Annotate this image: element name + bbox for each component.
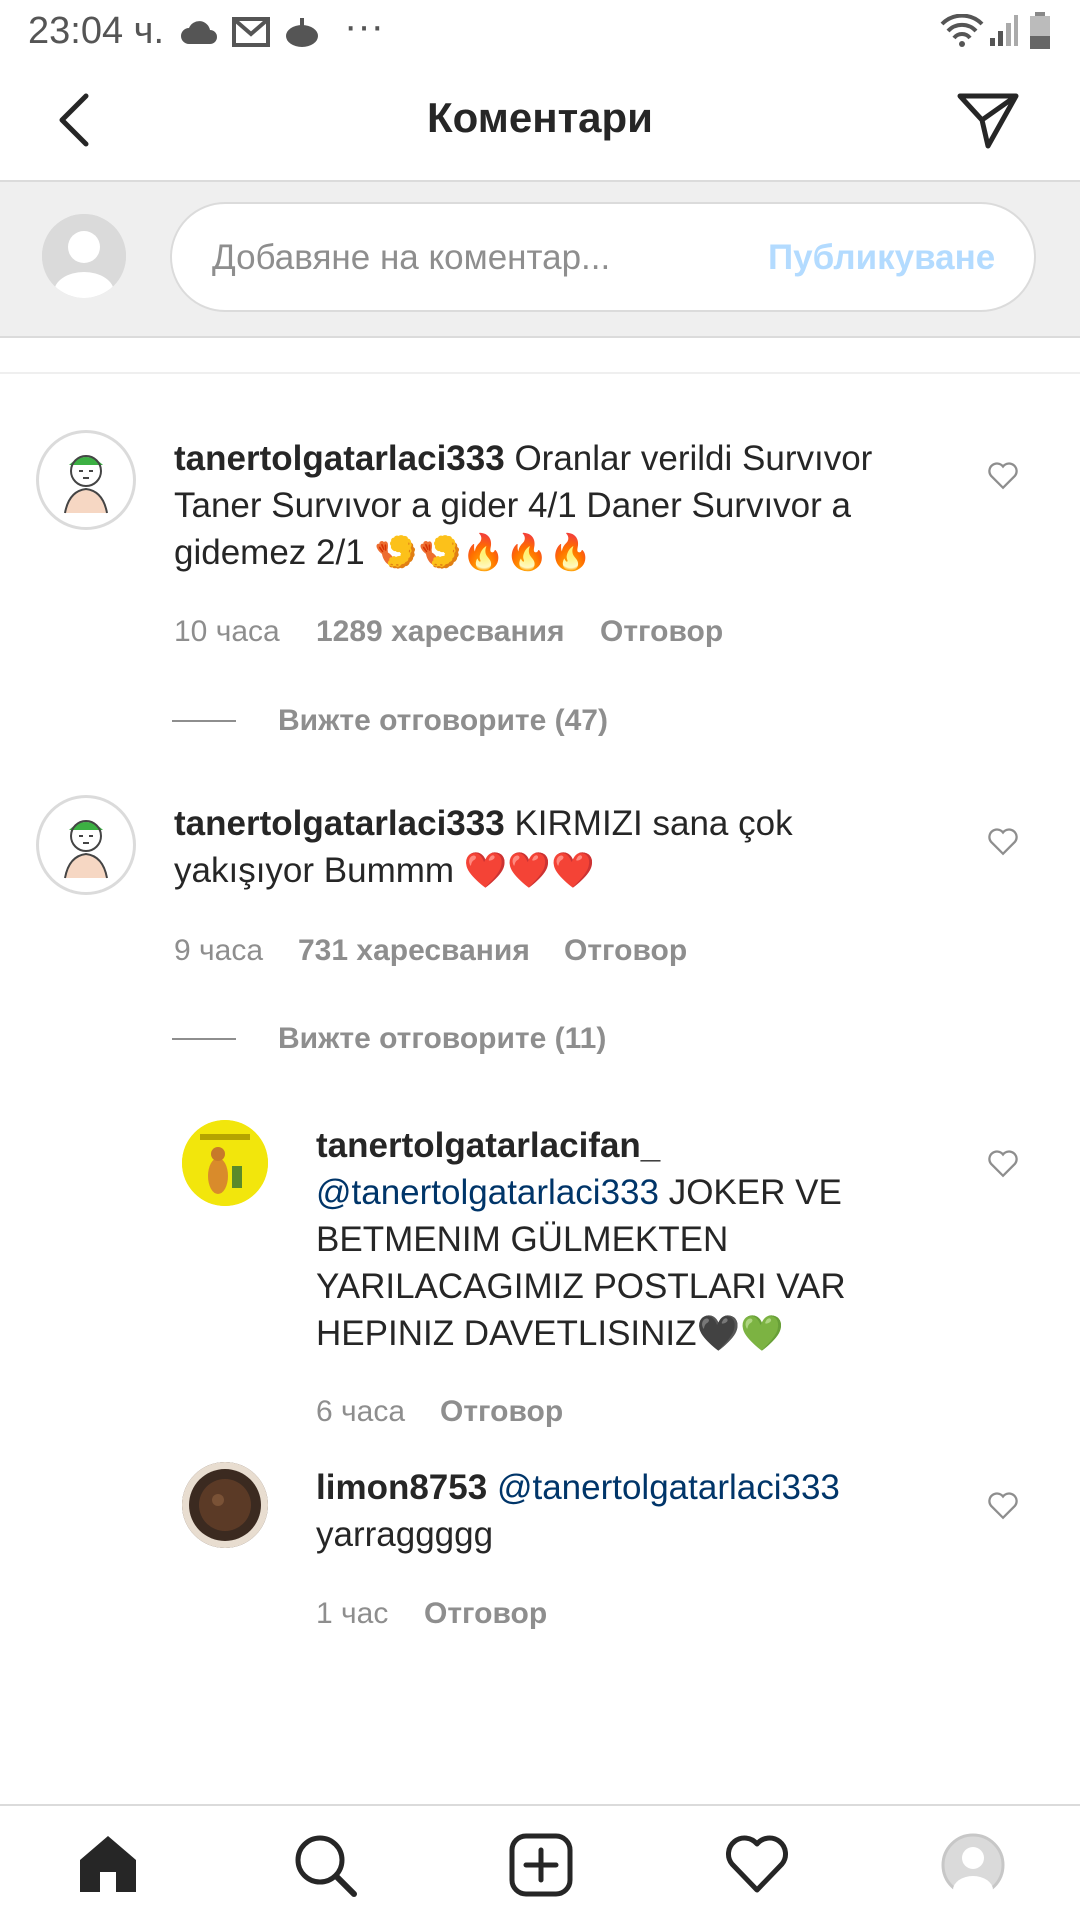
comment-body: tanertolgatarlaci333 Oranlar verildi Sur…	[174, 435, 934, 577]
reply-body: limon8753 @tanertolgatarlaci333 yarraggg…	[316, 1464, 956, 1558]
comment-emojis: ❤️❤️❤️	[463, 851, 595, 891]
like-heart-icon[interactable]	[986, 824, 1020, 858]
reply-username[interactable]: tanertolgatarlacifan_	[316, 1126, 660, 1165]
profile-icon[interactable]	[940, 1832, 1006, 1898]
comment-username[interactable]: tanertolgatarlaci333	[174, 439, 505, 478]
add-post-icon[interactable]	[508, 1832, 574, 1898]
reply-emojis: 🖤💚	[696, 1314, 784, 1354]
cartoon-avatar-icon	[64, 455, 108, 514]
reply-time: 1 час	[316, 1597, 389, 1630]
cloud-icon	[181, 21, 217, 44]
comment-username[interactable]: tanertolgatarlaci333	[174, 804, 505, 843]
gmail-icon	[232, 17, 270, 47]
comment-input-placeholder[interactable]: Добавяне на коментар...	[212, 238, 610, 278]
reply-mention[interactable]: @tanertolgatarlaci333	[497, 1468, 840, 1507]
battery-icon	[1030, 12, 1050, 49]
reply-time: 6 часа	[316, 1395, 406, 1428]
app-notification-icon	[286, 18, 318, 47]
default-avatar-icon	[42, 214, 126, 298]
status-time: 23:04 ч.	[28, 10, 165, 52]
activity-heart-icon[interactable]	[724, 1834, 790, 1894]
comment-likes[interactable]: 731 харесвания	[298, 934, 530, 968]
view-replies-link[interactable]: Вижте отговорите (47)	[278, 704, 608, 738]
reply-mention[interactable]: @tanertolgatarlaci333	[316, 1173, 659, 1212]
replies-line	[172, 1038, 236, 1040]
signal-icon	[990, 15, 1018, 46]
comment-body: tanertolgatarlaci333 KIRMIZI sana çok ya…	[174, 800, 934, 895]
reply-button[interactable]: Отговор	[424, 1597, 547, 1631]
comment-time: 9 часа	[174, 934, 264, 967]
wifi-icon	[940, 14, 984, 47]
comment-likes[interactable]: 1289 харесвания	[316, 615, 565, 649]
reply-body: tanertolgatarlacifan_ @tanertolgatarlaci…	[316, 1122, 956, 1358]
home-icon[interactable]	[76, 1834, 140, 1894]
commenter-avatar[interactable]	[36, 430, 136, 530]
comment-time: 10 часа	[174, 615, 280, 648]
reply-avatar[interactable]	[182, 1462, 268, 1548]
reply-button[interactable]: Отговор	[440, 1395, 563, 1429]
cartoon-avatar-icon	[64, 820, 108, 879]
like-heart-icon[interactable]	[986, 1488, 1020, 1522]
status-bar: 23:04 ч. ···	[0, 0, 1080, 62]
reply-button[interactable]: Отговор	[564, 934, 687, 968]
publish-button[interactable]: Публикуване	[768, 238, 995, 278]
reply-avatar[interactable]	[182, 1120, 268, 1206]
search-icon[interactable]	[292, 1832, 358, 1898]
commenter-avatar[interactable]	[36, 795, 136, 895]
page-title: Коментари	[427, 94, 653, 141]
reply-text: yarraggggg	[316, 1515, 494, 1554]
like-heart-icon[interactable]	[986, 1146, 1020, 1180]
replies-line	[172, 720, 236, 722]
coffee-cup-avatar-icon	[182, 1462, 268, 1548]
comment-emojis: 🍤🍤🔥🔥🔥	[374, 533, 593, 573]
reply-username[interactable]: limon8753	[316, 1468, 487, 1507]
like-heart-icon[interactable]	[986, 458, 1020, 492]
section-divider	[0, 372, 1080, 374]
reply-button[interactable]: Отговор	[600, 615, 723, 649]
fan-page-avatar-icon	[182, 1120, 268, 1206]
view-replies-link[interactable]: Вижте отговорите (11)	[278, 1022, 606, 1056]
more-notifications-icon: ···	[344, 4, 384, 48]
direct-send-icon[interactable]	[956, 90, 1020, 150]
current-user-avatar	[42, 214, 126, 298]
